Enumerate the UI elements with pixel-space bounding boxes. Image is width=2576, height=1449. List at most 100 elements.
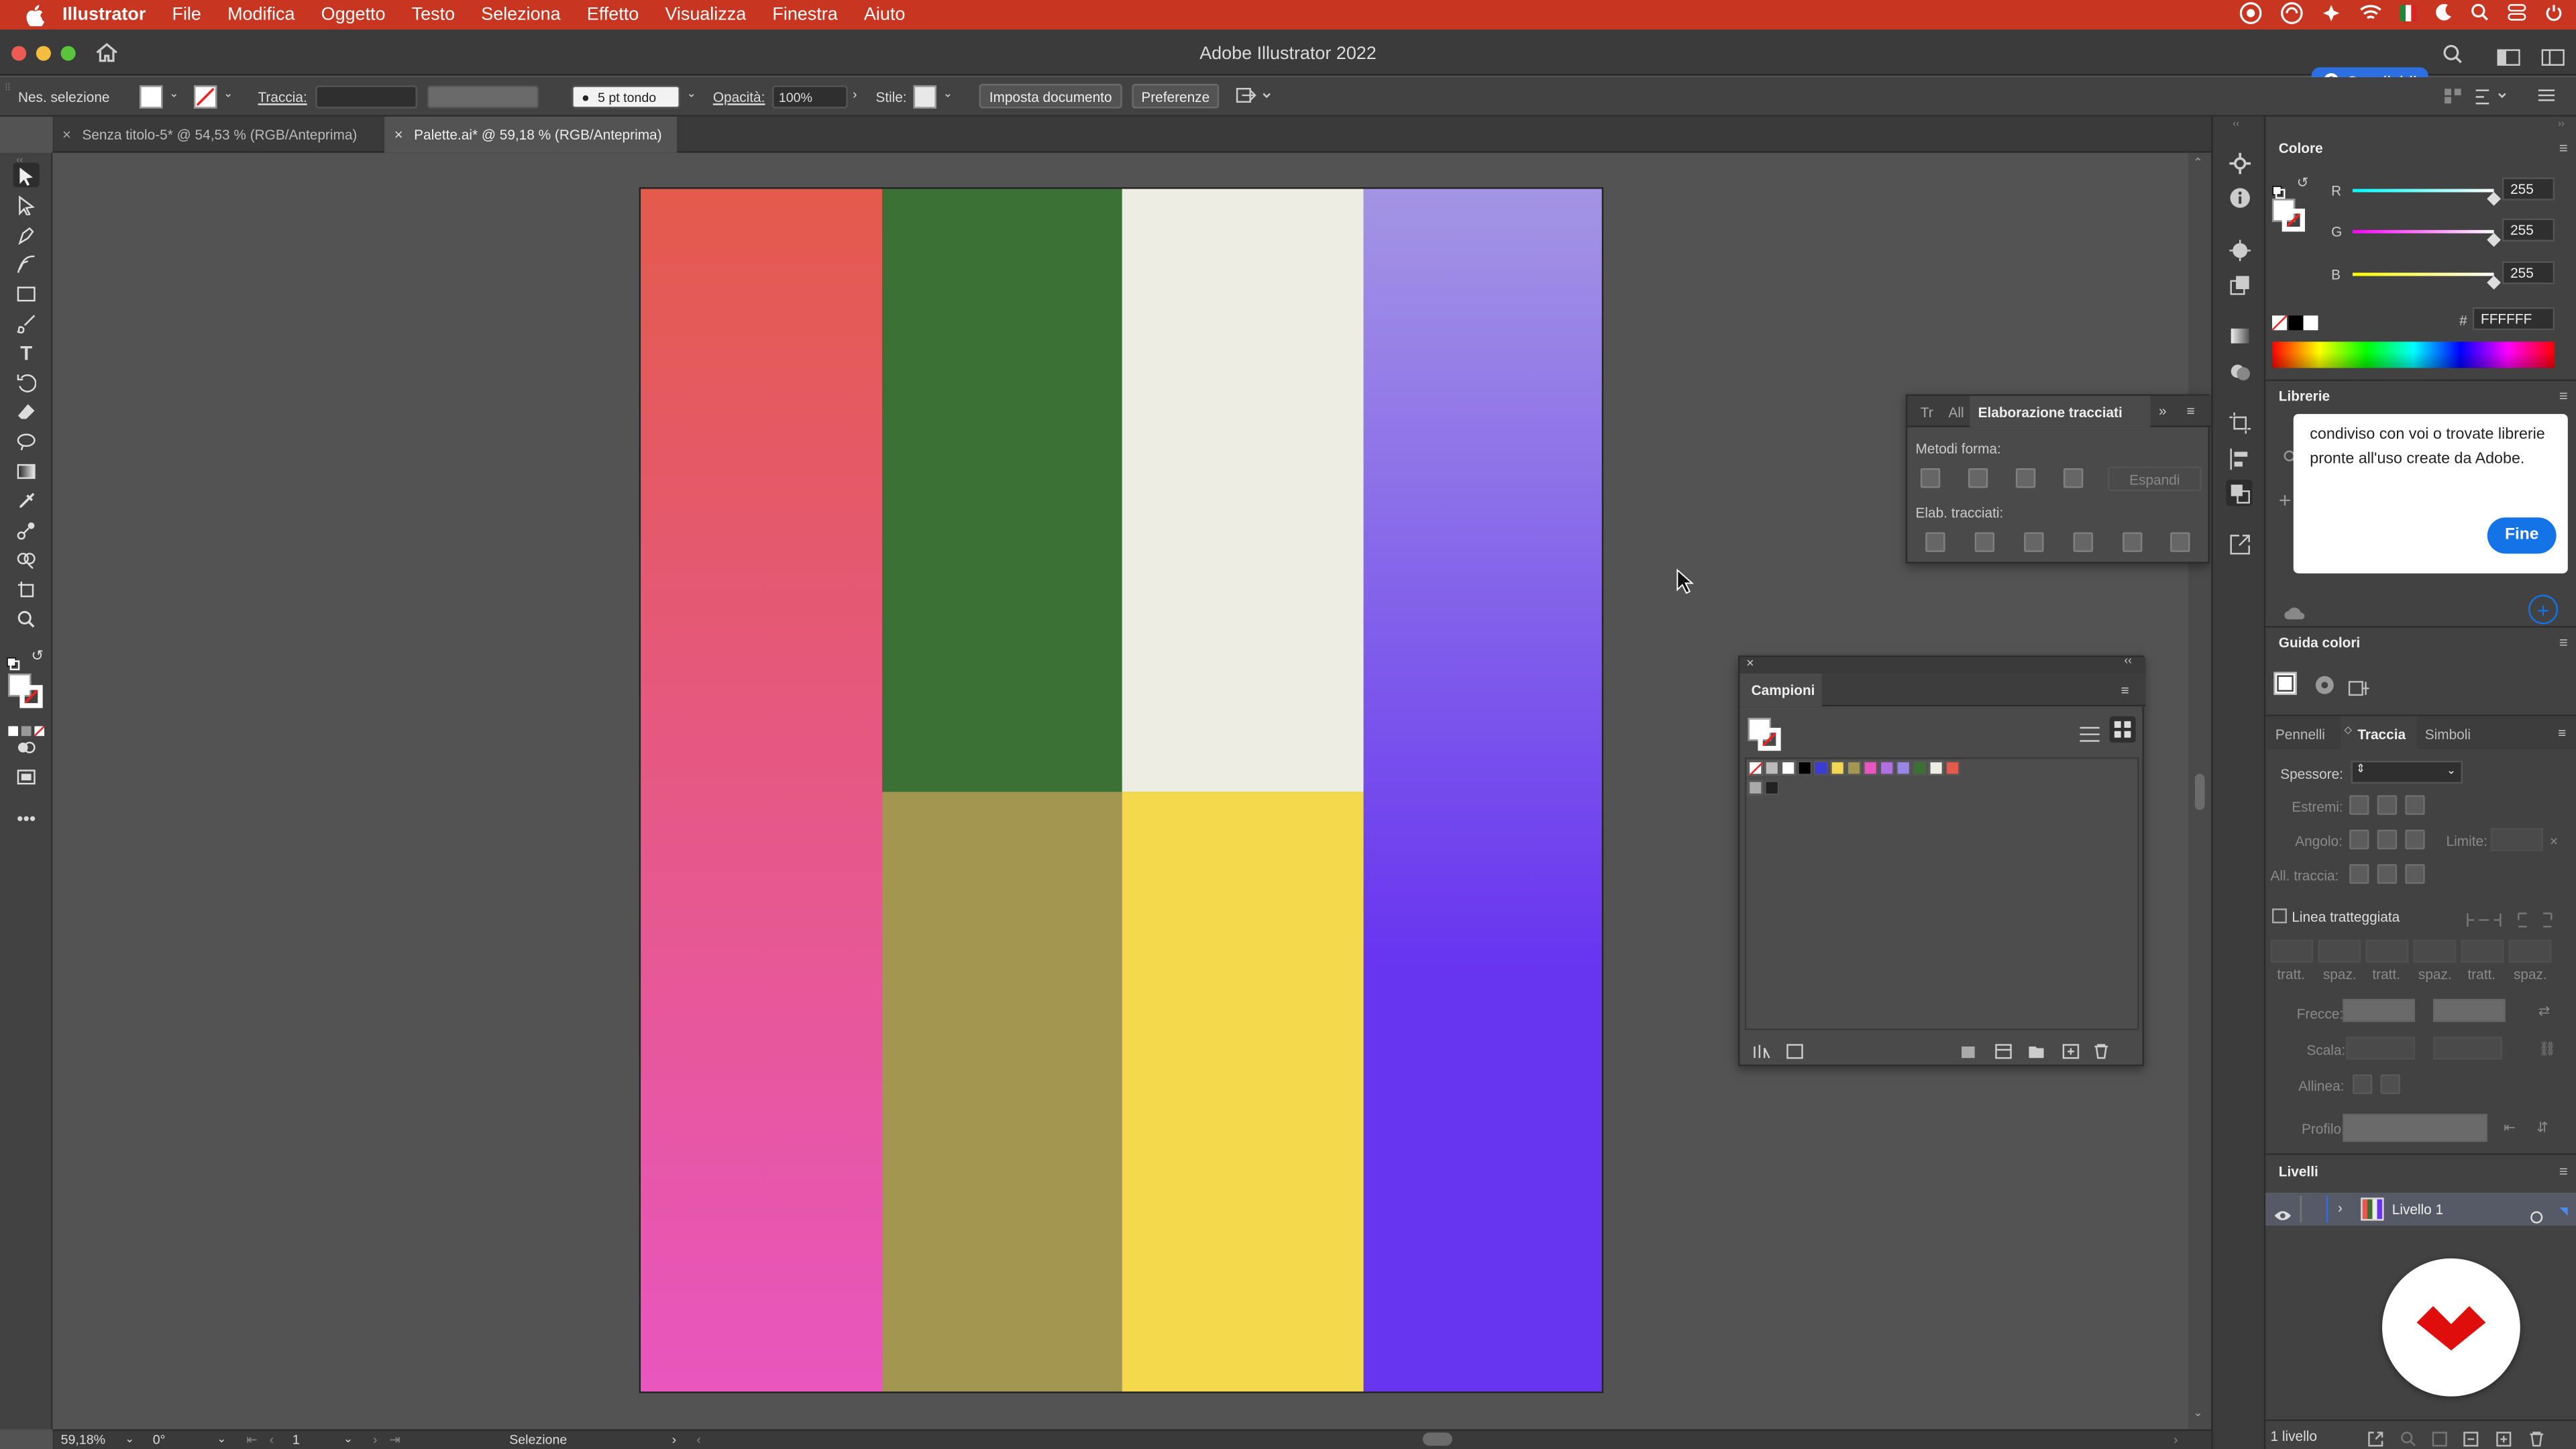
export-icon[interactable] <box>2226 531 2252 557</box>
swatches-menu-icon[interactable]: ≡ <box>2121 682 2129 698</box>
tab-brushes[interactable]: Pennelli <box>2275 726 2325 742</box>
color-panel-header[interactable]: Colore ≡ <box>2265 131 2576 164</box>
last-artboard-icon[interactable]: ⇥ <box>389 1433 400 1448</box>
tooltip-done-button[interactable]: Fine <box>2487 517 2557 554</box>
weight-field[interactable]: ⇕ ⌄ <box>2351 760 2463 784</box>
next-artboard-icon[interactable]: › <box>373 1433 378 1448</box>
edit-colors-icon[interactable] <box>2315 674 2334 703</box>
zoom-dropdown-chevron-icon[interactable]: ⌄ <box>125 1433 134 1446</box>
edit-toolbar-icon[interactable]: ••• <box>13 806 40 831</box>
tab-align[interactable]: All <box>1949 404 1964 420</box>
color-block-cream[interactable] <box>1122 189 1364 792</box>
swatch-stroke-indicator[interactable] <box>1758 727 1781 751</box>
intersect-icon[interactable] <box>2015 468 2036 488</box>
power-icon[interactable] <box>2545 3 2563 26</box>
variable-width-profile[interactable] <box>427 85 539 109</box>
layer-expand-icon[interactable]: › <box>2338 1199 2343 1216</box>
green-slider-knob[interactable] <box>2487 233 2501 247</box>
blue-value-field[interactable]: 255 <box>2502 261 2555 284</box>
tab-symbols[interactable]: Simboli <box>2425 726 2471 742</box>
gradient-tool-icon[interactable] <box>13 458 40 483</box>
align-outside-stroke-icon[interactable] <box>2405 864 2425 884</box>
arrange-documents-icon[interactable] <box>1236 85 1272 110</box>
swatch-black[interactable] <box>1797 760 1813 775</box>
list-view-icon[interactable] <box>2080 721 2100 751</box>
stroke-label[interactable]: Traccia: <box>258 89 307 105</box>
gap-field-1[interactable] <box>2318 939 2361 963</box>
libraries-panel-header[interactable]: Librerie ≡ <box>2265 380 2576 413</box>
scroll-left-icon[interactable]: ‹ <box>696 1433 701 1448</box>
menu-file[interactable]: File <box>172 5 201 24</box>
delete-layer-icon[interactable] <box>2528 1426 2544 1449</box>
tab-senza-titolo[interactable]: × Senza titolo-5* @ 54,53 % (RGB/Antepri… <box>52 117 381 153</box>
collapse-panel-icon[interactable]: ‹‹ <box>2125 655 2132 667</box>
artboard-tool-icon[interactable] <box>13 577 40 602</box>
new-layer-icon[interactable] <box>2496 1426 2512 1449</box>
eraser-tool-icon[interactable] <box>13 399 40 424</box>
swatch-cream[interactable] <box>1929 760 1944 775</box>
dash-preserve-icon[interactable] <box>2466 907 2502 936</box>
swap-colors-icon[interactable]: ↺ <box>32 647 44 665</box>
locate-object-icon[interactable] <box>2400 1426 2416 1449</box>
butt-cap-icon[interactable] <box>2349 795 2369 815</box>
draw-mode-icon[interactable] <box>13 735 40 759</box>
properties-icon[interactable] <box>2226 150 2252 176</box>
stroke-panel-menu-icon[interactable]: ≡ <box>2558 724 2566 741</box>
search-help-icon[interactable] <box>2443 43 2463 72</box>
flip-across-icon[interactable]: ⇵ <box>2536 1119 2548 1137</box>
creative-cloud-icon[interactable] <box>2239 1 2262 29</box>
tab-pathfinder[interactable]: Elaborazione tracciati <box>1978 404 2123 420</box>
stroke-swatch[interactable] <box>193 85 217 109</box>
rotation-dropdown-chevron-icon[interactable]: ⌄ <box>217 1433 226 1446</box>
arrow-tip-place-icon[interactable] <box>2380 1074 2400 1095</box>
menu-select[interactable]: Seleziona <box>481 5 560 24</box>
control-center-icon[interactable] <box>2507 3 2526 26</box>
minus-front-icon[interactable] <box>1968 468 1988 488</box>
first-artboard-icon[interactable]: ⇤ <box>246 1433 257 1448</box>
tab-stroke-toggle-icon[interactable]: ◇ <box>2345 724 2352 736</box>
menu-type[interactable]: Testo <box>412 5 455 24</box>
start-arrowhead-select[interactable] <box>2343 998 2416 1022</box>
gradient-panel-icon[interactable] <box>2226 322 2252 348</box>
transparency-icon[interactable] <box>2226 271 2252 297</box>
apple-icon[interactable] <box>23 3 46 26</box>
swatch-lavender[interactable] <box>1896 760 1911 775</box>
library-add-content-button[interactable]: + <box>2528 594 2559 625</box>
unite-icon[interactable] <box>1920 468 1941 488</box>
color-stroke-box[interactable] <box>2282 209 2305 232</box>
swatch-yellow[interactable] <box>1830 760 1845 775</box>
red-value-field[interactable]: 255 <box>2502 177 2555 201</box>
horizontal-scroll-thumb[interactable] <box>1422 1432 1452 1446</box>
none-white-black-swatches-icon[interactable] <box>2271 311 2318 340</box>
width-profile-select[interactable] <box>2343 1114 2487 1142</box>
menu-edit[interactable]: Modifica <box>227 5 294 24</box>
save-color-group-icon[interactable] <box>2348 676 2369 705</box>
curvature-tool-icon[interactable] <box>13 252 40 276</box>
swap-arrowheads-icon[interactable]: ⇄ <box>2538 1002 2550 1020</box>
dock-collapse-icon[interactable]: ›› <box>2558 120 2565 130</box>
swatch-options-icon[interactable] <box>1994 1038 2012 1068</box>
swatch-pink[interactable] <box>1863 760 1878 775</box>
blue-slider-knob[interactable] <box>2487 275 2501 290</box>
new-swatch-icon[interactable] <box>2061 1038 2080 1068</box>
document-setup-button[interactable]: Imposta documento <box>979 83 1122 109</box>
artboard-number[interactable]: 1 <box>292 1433 300 1448</box>
swatch-green[interactable] <box>1912 760 1927 775</box>
color-block-yellow[interactable] <box>1122 792 1364 1392</box>
direct-selection-tool-icon[interactable] <box>13 193 40 217</box>
red-slider[interactable] <box>2352 189 2494 193</box>
outline-icon[interactable] <box>2123 532 2143 552</box>
paintbrush-tool-icon[interactable] <box>13 311 40 335</box>
appearance-icon[interactable] <box>2226 237 2252 263</box>
menu-effect[interactable]: Effetto <box>587 5 639 24</box>
rectangle-tool-icon[interactable] <box>13 281 40 306</box>
artboard-palette[interactable] <box>639 187 1604 1393</box>
preferences-button[interactable]: Preferenze <box>1132 83 1220 109</box>
artboard-dropdown-chevron-icon[interactable]: ⌄ <box>343 1433 353 1446</box>
fill-dropdown-chevron-icon[interactable]: ⌄ <box>169 87 178 100</box>
color-block-olive[interactable] <box>882 792 1122 1392</box>
menu-help[interactable]: Aiuto <box>864 5 905 24</box>
swatch-libraries-icon[interactable] <box>1753 1038 1772 1068</box>
layers-panel-header[interactable]: Livelli ≡ <box>2265 1155 2576 1188</box>
graphic-style-swatch[interactable] <box>913 85 936 109</box>
